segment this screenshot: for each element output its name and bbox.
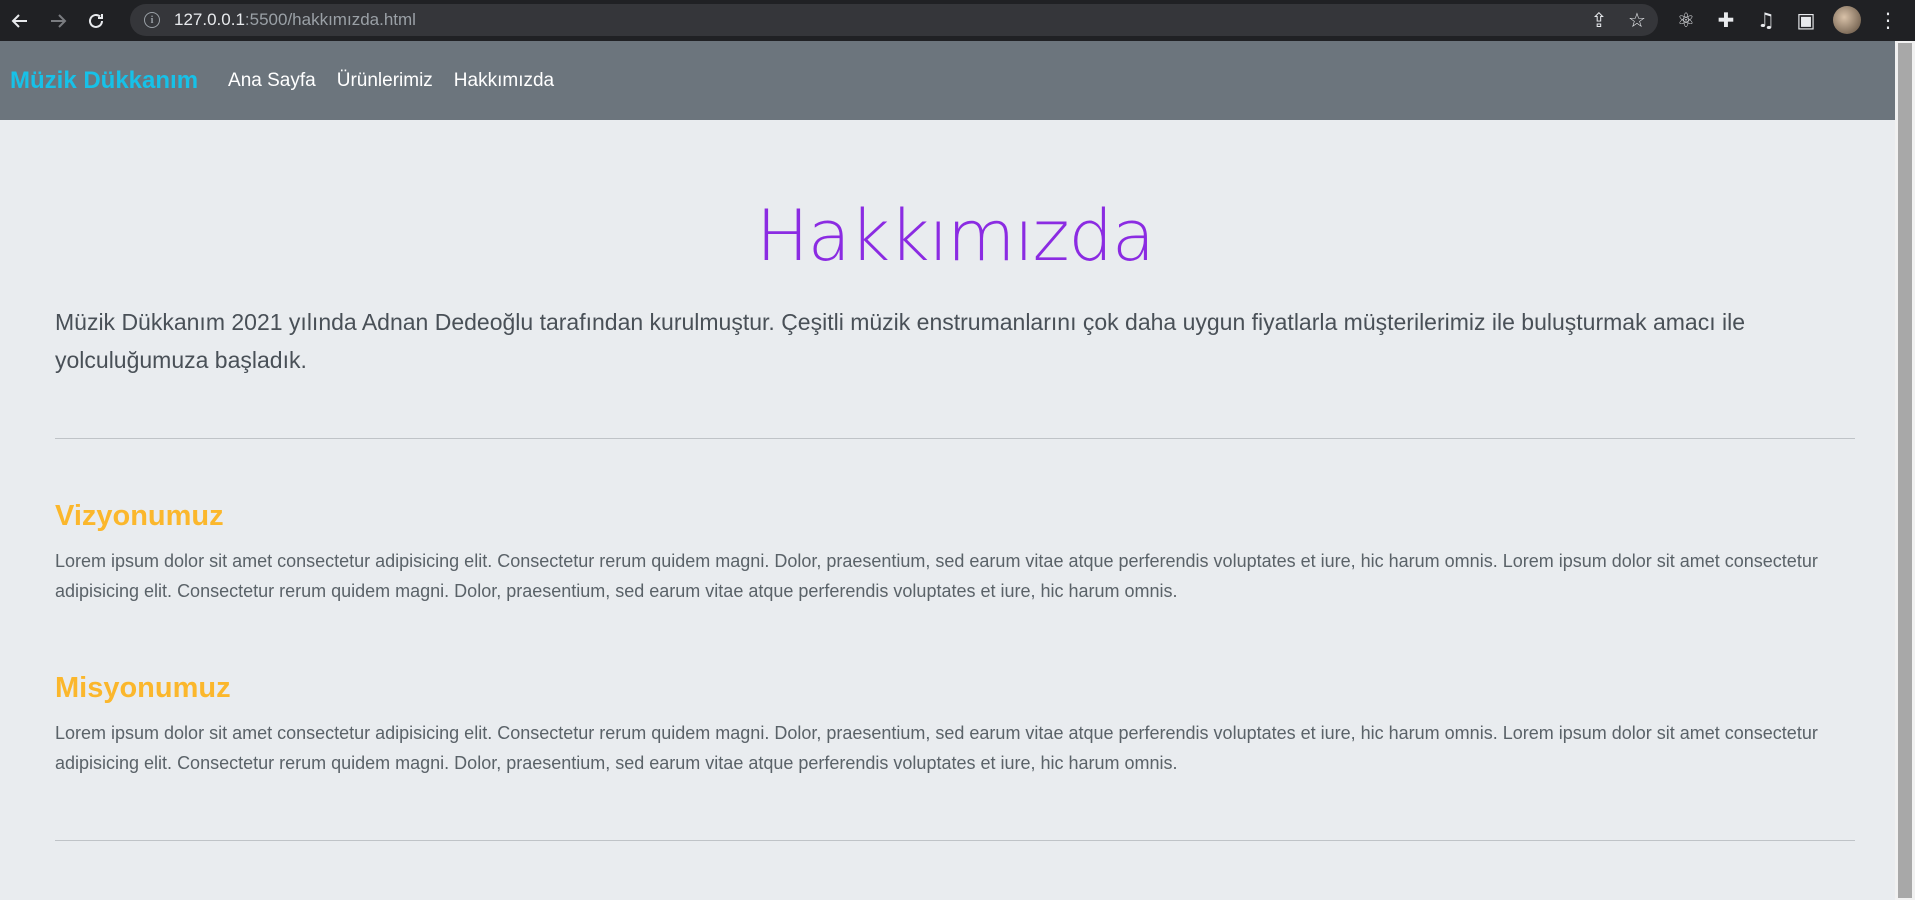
nav-links: Ana Sayfa Ürünlerimiz Hakkımızda (228, 70, 554, 92)
vision-heading: Vizyonumuz (55, 500, 224, 532)
url-path: :5500/hakkımızda.html (244, 10, 416, 29)
arrow-left-icon (11, 13, 27, 28)
forward-button[interactable] (40, 3, 76, 39)
intro-paragraph: Müzik Dükkanım 2021 yılında Adnan Dedeoğ… (55, 309, 1746, 373)
arrow-right-icon (51, 13, 67, 28)
info-icon[interactable]: i (144, 12, 160, 28)
scrollbar-thumb[interactable] (1898, 43, 1912, 898)
mission-text: Lorem ipsum dolor sit amet consectetur a… (55, 722, 1818, 773)
divider (55, 839, 1855, 841)
react-icon[interactable]: ⚛ (1673, 8, 1699, 32)
star-icon[interactable]: ☆ (1626, 8, 1648, 32)
page-scrollbar[interactable] (1895, 41, 1915, 900)
side-panel-icon[interactable]: ▣ (1793, 8, 1819, 32)
address-bar[interactable]: i 127.0.0.1:5500/hakkımızda.html ⇪ ☆ (130, 4, 1658, 36)
puzzle-icon[interactable]: ✚ (1713, 8, 1739, 32)
reload-icon (89, 13, 103, 28)
profile-avatar[interactable] (1833, 6, 1861, 34)
brand-link[interactable]: Müzik Dükkanım (10, 67, 198, 95)
site-navbar: Müzik Dükkanım Ana Sayfa Ürünlerimiz Hak… (0, 41, 1895, 120)
nav-link-hakkimizda[interactable]: Hakkımızda (454, 70, 554, 92)
page-title: Hakkımızda (756, 195, 1155, 277)
main-content: Hakkımızda Müzik Dükkanım 2021 yılında A… (55, 120, 1855, 841)
vision-text: Lorem ipsum dolor sit amet consectetur a… (55, 550, 1818, 601)
url-host: 127.0.0.1 (174, 10, 245, 29)
back-button[interactable] (2, 3, 38, 39)
nav-link-urunlerimiz[interactable]: Ürünlerimiz (337, 70, 433, 92)
mission-heading: Misyonumuz (55, 671, 231, 704)
mission-section: Misyonumuz Lorem ipsum dolor sit amet co… (55, 671, 1855, 778)
media-queue-icon[interactable]: ♫ (1753, 8, 1779, 32)
vision-section: Vizyonumuz Lorem ipsum dolor sit amet co… (55, 499, 1855, 606)
browser-toolbar: i 127.0.0.1:5500/hakkımızda.html ⇪ ☆ ⚛ ✚… (0, 0, 1915, 41)
divider (55, 438, 1855, 439)
share-icon[interactable]: ⇪ (1588, 8, 1610, 32)
nav-link-ana-sayfa[interactable]: Ana Sayfa (228, 70, 316, 92)
kebab-menu-icon[interactable]: ⋮ (1875, 8, 1901, 32)
url-text[interactable]: 127.0.0.1:5500/hakkımızda.html (174, 10, 416, 30)
reload-button[interactable] (78, 3, 114, 39)
